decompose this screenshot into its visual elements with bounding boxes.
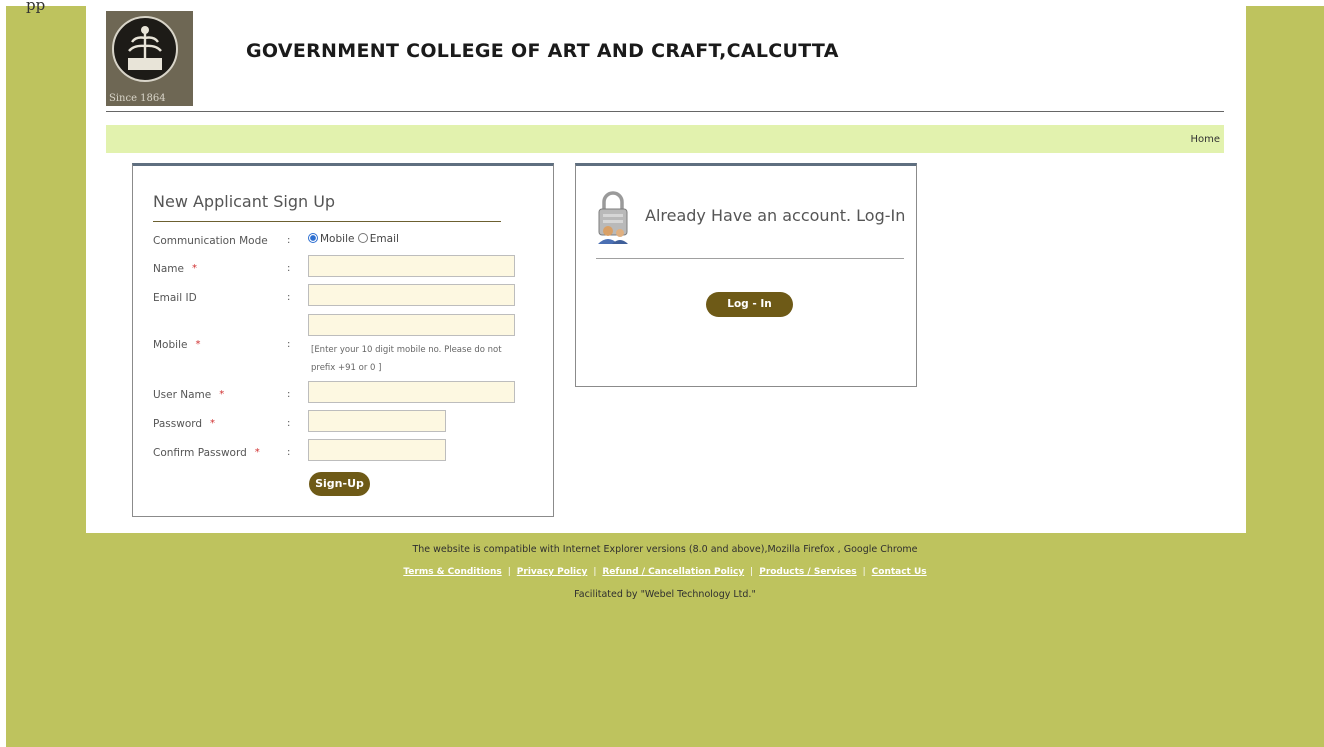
- required-mark: *: [210, 418, 216, 429]
- products-services-link[interactable]: Products / Services: [759, 567, 856, 577]
- confirm-password-input[interactable]: [308, 439, 446, 461]
- signup-title-divider: [153, 221, 501, 222]
- required-mark: *: [219, 389, 225, 400]
- colon: :: [287, 235, 291, 246]
- refund-policy-link[interactable]: Refund / Cancellation Policy: [602, 567, 744, 577]
- signup-button[interactable]: Sign-Up: [309, 472, 370, 496]
- privacy-policy-link[interactable]: Privacy Policy: [517, 567, 588, 577]
- link-separator: |: [862, 567, 866, 577]
- signup-panel: New Applicant Sign Up Communication Mode…: [132, 163, 554, 517]
- nav-home-link[interactable]: Home: [1190, 134, 1220, 145]
- email-input[interactable]: [308, 284, 515, 306]
- logo-emblem: [112, 16, 178, 82]
- username-label-text: User Name: [153, 389, 212, 401]
- name-label-text: Name: [153, 263, 184, 275]
- colon: :: [287, 339, 291, 350]
- confirm-password-label: Confirm Password *: [153, 447, 260, 459]
- mobile-hint: [Enter your 10 digit mobile no. Please d…: [311, 345, 502, 373]
- colon: :: [287, 418, 291, 429]
- logo-since-text: Since 1864: [109, 93, 166, 104]
- mobile-radio-label: Mobile: [320, 233, 355, 245]
- colon: :: [287, 263, 291, 274]
- terms-conditions-link[interactable]: Terms & Conditions: [403, 567, 501, 577]
- facilitated-by-text: Facilitated by "Webel Technology Ltd.": [574, 589, 756, 600]
- footer: The website is compatible with Internet …: [6, 538, 1324, 600]
- communication-mode-radio-group: Mobile Email: [308, 233, 399, 245]
- mobile-label-text: Mobile: [153, 339, 188, 351]
- confirm-password-label-text: Confirm Password: [153, 447, 247, 459]
- main-container: Since 1864 GOVERNMENT COLLEGE OF ART AND…: [86, 6, 1246, 533]
- lock-user-icon: [598, 191, 628, 244]
- login-divider: [596, 258, 904, 259]
- contact-us-link[interactable]: Contact Us: [872, 567, 927, 577]
- required-mark: *: [254, 447, 260, 458]
- footer-links: Terms & Conditions | Privacy Policy | Refund…: [6, 567, 1324, 577]
- mobile-label: Mobile *: [153, 339, 200, 351]
- username-label: User Name *: [153, 389, 224, 401]
- login-title: Already Have an account. Log-In: [645, 206, 906, 225]
- email-radio[interactable]: [357, 233, 368, 243]
- signup-title: New Applicant Sign Up: [153, 192, 336, 211]
- username-input[interactable]: [308, 381, 515, 403]
- header-divider: [106, 111, 1224, 112]
- link-separator: |: [750, 567, 754, 577]
- mobile-input[interactable]: [308, 314, 515, 336]
- college-logo: Since 1864: [106, 11, 193, 106]
- password-label: Password *: [153, 418, 215, 430]
- email-radio-label: Email: [369, 233, 399, 245]
- link-separator: |: [593, 567, 597, 577]
- site-title: GOVERNMENT COLLEGE OF ART AND CRAFT,CALC…: [246, 40, 839, 62]
- colon: :: [287, 447, 291, 458]
- colon: :: [287, 292, 291, 303]
- password-label-text: Password: [153, 418, 203, 430]
- name-label: Name *: [153, 263, 197, 275]
- login-button[interactable]: Log - In: [706, 292, 793, 317]
- name-input[interactable]: [308, 255, 515, 277]
- password-input[interactable]: [308, 410, 446, 432]
- top-text-fragment: pp: [26, 0, 46, 14]
- link-separator: |: [507, 567, 511, 577]
- tree-emblem-icon: [128, 26, 162, 70]
- nav-bar: Home: [106, 125, 1224, 153]
- required-mark: *: [195, 339, 201, 350]
- compatibility-note: The website is compatible with Internet …: [412, 544, 918, 555]
- email-label: Email ID: [153, 292, 197, 304]
- mobile-radio[interactable]: [308, 233, 318, 243]
- required-mark: *: [191, 263, 197, 274]
- communication-mode-label: Communication Mode: [153, 235, 268, 247]
- colon: :: [287, 389, 291, 400]
- login-panel: Already Have an account. Log-In Log - In: [575, 163, 917, 387]
